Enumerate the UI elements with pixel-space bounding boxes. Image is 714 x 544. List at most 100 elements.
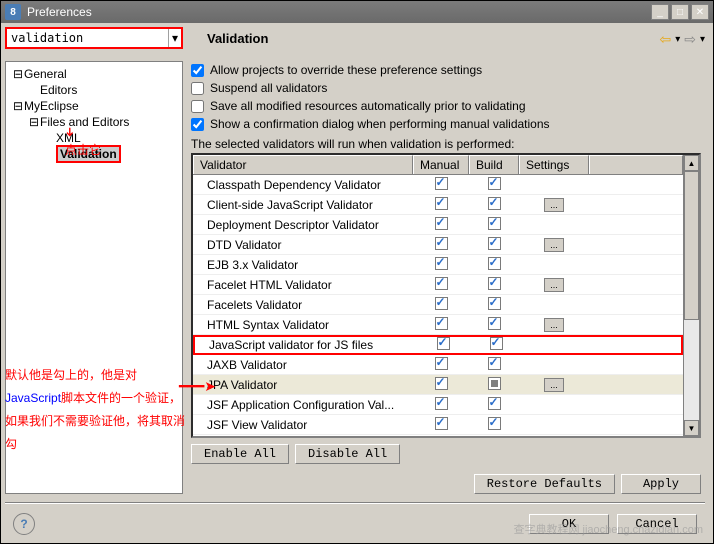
maximize-button[interactable]: □	[671, 4, 689, 20]
table-header-row: Validator Manual Build Settings	[193, 155, 683, 175]
tree-node[interactable]: ⊟General	[10, 66, 178, 82]
validator-row[interactable]: Facelets Validator	[193, 295, 683, 315]
table-description: The selected validators will run when va…	[191, 137, 701, 151]
build-checkbox[interactable]	[488, 237, 501, 250]
validation-panel: Allow projects to override these prefere…	[187, 61, 705, 494]
restore-defaults-button[interactable]: Restore Defaults	[474, 474, 615, 494]
settings-button[interactable]: ...	[544, 318, 564, 332]
manual-checkbox[interactable]	[435, 357, 448, 370]
build-checkbox[interactable]	[488, 217, 501, 230]
manual-checkbox[interactable]	[435, 217, 448, 230]
close-button[interactable]: ✕	[691, 4, 709, 20]
tree-toggle-icon[interactable]: ⊟	[28, 114, 40, 130]
build-checkbox[interactable]	[488, 317, 501, 330]
build-checkbox[interactable]	[488, 397, 501, 410]
header-build[interactable]: Build	[469, 155, 519, 174]
validator-row[interactable]: DTD Validator...	[193, 235, 683, 255]
header-validator[interactable]: Validator	[193, 155, 413, 174]
scroll-up-icon[interactable]: ▲	[684, 155, 699, 171]
nav-back-menu-icon[interactable]: ▾	[675, 34, 680, 45]
tree-toggle-icon[interactable]: ⊟	[12, 66, 24, 82]
validator-row[interactable]: Classpath Dependency Validator	[193, 175, 683, 195]
settings-button[interactable]: ...	[544, 198, 564, 212]
allow-override-option[interactable]: Allow projects to override these prefere…	[191, 63, 701, 77]
build-checkbox[interactable]	[488, 417, 501, 430]
build-checkbox[interactable]	[488, 277, 501, 290]
manual-checkbox[interactable]	[435, 277, 448, 290]
manual-checkbox[interactable]	[435, 297, 448, 310]
validator-name: JavaScript validator for JS files	[195, 338, 415, 352]
validator-row[interactable]: EJB 3.x Validator	[193, 255, 683, 275]
build-checkbox[interactable]	[488, 357, 501, 370]
vertical-scrollbar[interactable]: ▲ ▼	[683, 155, 699, 436]
build-checkbox[interactable]	[488, 177, 501, 190]
manual-checkbox[interactable]	[437, 337, 450, 350]
validator-row[interactable]: HTML Syntax Validator...	[193, 315, 683, 335]
nav-back-icon[interactable]: ⇦	[659, 31, 671, 48]
suspend-option[interactable]: Suspend all validators	[191, 81, 701, 95]
suspend-checkbox[interactable]	[191, 82, 204, 95]
page-title: Validation	[187, 27, 268, 46]
header-manual[interactable]: Manual	[413, 155, 469, 174]
build-checkbox[interactable]	[488, 377, 501, 390]
table-body[interactable]: Classpath Dependency ValidatorClient-sid…	[193, 175, 683, 436]
tree-node[interactable]: ⊟MyEclipse	[10, 98, 178, 114]
disable-all-button[interactable]: Disable All	[295, 444, 400, 464]
app-icon: 8	[5, 4, 21, 20]
validator-row[interactable]: JPA Validator...	[193, 375, 683, 395]
search-box: ▾	[5, 27, 183, 49]
validator-row[interactable]: Client-side JavaScript Validator...	[193, 195, 683, 215]
validator-row[interactable]: JSF Application Configuration Val...	[193, 395, 683, 415]
manual-checkbox[interactable]	[435, 417, 448, 430]
manual-checkbox[interactable]	[435, 237, 448, 250]
build-checkbox[interactable]	[488, 197, 501, 210]
settings-button[interactable]: ...	[544, 278, 564, 292]
header-settings[interactable]: Settings	[519, 155, 589, 174]
validators-table: Validator Manual Build Settings Classpat…	[191, 153, 701, 438]
preferences-window: 8 Preferences _ □ ✕ ▾ Validation ⇦ ▾ ⇨ ▾…	[0, 0, 714, 544]
filter-dropdown-icon[interactable]: ▾	[168, 29, 181, 47]
scroll-down-icon[interactable]: ▼	[684, 420, 699, 436]
separator	[5, 502, 705, 503]
validator-row[interactable]: JAXB Validator	[193, 355, 683, 375]
enable-all-button[interactable]: Enable All	[191, 444, 289, 464]
manual-checkbox[interactable]	[435, 377, 448, 390]
settings-button[interactable]: ...	[544, 378, 564, 392]
nav-forward-menu-icon[interactable]: ▾	[700, 34, 705, 45]
tree-node[interactable]: Editors	[10, 82, 178, 98]
build-checkbox[interactable]	[488, 297, 501, 310]
validator-row[interactable]: Facelet HTML Validator...	[193, 275, 683, 295]
apply-button[interactable]: Apply	[621, 474, 701, 494]
save-all-option[interactable]: Save all modified resources automaticall…	[191, 99, 701, 113]
titlebar: 8 Preferences _ □ ✕	[1, 1, 713, 23]
header-spacer	[589, 155, 683, 174]
validator-name: HTML Syntax Validator	[193, 318, 413, 332]
manual-checkbox[interactable]	[435, 197, 448, 210]
manual-checkbox[interactable]	[435, 397, 448, 410]
settings-button[interactable]: ...	[544, 238, 564, 252]
allow-override-checkbox[interactable]	[191, 64, 204, 77]
build-checkbox[interactable]	[488, 257, 501, 270]
annotation-arrow-icon: ━━━➤	[179, 378, 216, 395]
manual-checkbox[interactable]	[435, 317, 448, 330]
validator-name: Client-side JavaScript Validator	[193, 198, 413, 212]
manual-checkbox[interactable]	[435, 177, 448, 190]
validator-row[interactable]: JavaScript validator for JS files	[193, 335, 683, 355]
validator-name: Facelets Validator	[193, 298, 413, 312]
scroll-thumb[interactable]	[684, 171, 699, 320]
show-confirm-checkbox[interactable]	[191, 118, 204, 131]
nav-forward-icon[interactable]: ⇨	[684, 31, 696, 48]
help-icon[interactable]: ?	[13, 513, 35, 535]
filter-input[interactable]	[7, 29, 168, 47]
validator-name: JSF Application Configuration Val...	[193, 398, 413, 412]
show-confirm-option[interactable]: Show a confirmation dialog when performi…	[191, 117, 701, 131]
validator-row[interactable]: JSF View Validator	[193, 415, 683, 435]
validator-row[interactable]: Deployment Descriptor Validator	[193, 215, 683, 235]
tree-toggle-icon[interactable]: ⊟	[12, 98, 24, 114]
minimize-button[interactable]: _	[651, 4, 669, 20]
scroll-track[interactable]	[684, 171, 699, 420]
watermark: 查字典教程网 jiaocheng.chazidian.com	[513, 521, 703, 537]
manual-checkbox[interactable]	[435, 257, 448, 270]
save-all-checkbox[interactable]	[191, 100, 204, 113]
build-checkbox[interactable]	[490, 337, 503, 350]
